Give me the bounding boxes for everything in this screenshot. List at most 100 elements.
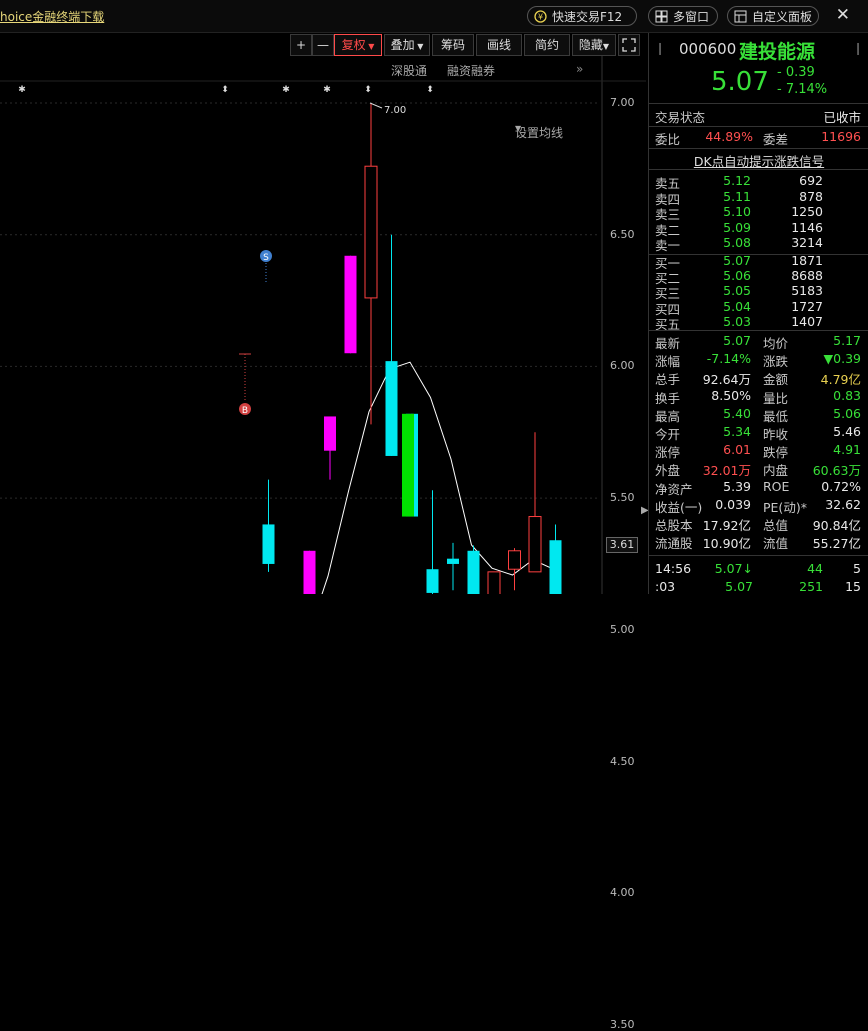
diejia-dropdown[interactable]: 叠加 ▼ — [384, 34, 430, 56]
stat-value: 6.01 — [723, 442, 751, 458]
ask-row-volume: 1250 — [791, 204, 823, 219]
stat-value: 55.27亿 — [812, 536, 861, 552]
candle-body — [262, 524, 275, 564]
stat-label: 换手 — [655, 390, 681, 406]
candle-body — [467, 550, 480, 594]
candle-body — [344, 255, 357, 354]
stats-row: 涨幅 -7.14% 涨跌 ▼0.39 — [655, 351, 861, 369]
stats-row: 最高 5.40 最低 5.06 — [655, 405, 861, 424]
candle-body — [385, 361, 398, 456]
stat-label: 总值 — [763, 518, 789, 533]
divider — [649, 103, 868, 104]
stat-value: -7.14% — [706, 351, 751, 367]
stats-row: 净资产 5.39 ROE 0.72% — [655, 478, 861, 497]
chips-button[interactable]: 筹码 — [432, 34, 474, 56]
stat-value: 8.50% — [711, 387, 751, 403]
stock-name: 建投能源 — [739, 41, 816, 63]
stat-value: 10.90亿 — [702, 536, 751, 552]
y-tick-label: 4.00 — [610, 886, 635, 900]
download-link[interactable]: hoice金融终端下载 — [0, 8, 104, 25]
chevron-down-icon: ▼ — [414, 42, 424, 51]
stat-value: 5.46 — [833, 424, 861, 439]
close-icon[interactable]: ✕ — [836, 5, 850, 25]
multi-window-button[interactable]: 多窗口 — [648, 6, 718, 26]
stat-value: 5.40 — [723, 405, 751, 421]
bid-row-price: 5.07 — [723, 253, 751, 268]
bid-row-volume: 8688 — [791, 268, 823, 284]
ask-row-price: 5.11 — [723, 188, 751, 204]
stat-label: 外盘 — [655, 463, 681, 479]
candle-body — [487, 571, 501, 594]
quote-panel: ❘ 000600 建投能源 ❘ 5.07 - 0.39 - 7.14% 交易状态… — [648, 33, 868, 594]
quick-trade-button[interactable]: ¥ 快速交易F12 — [527, 6, 637, 26]
candle-body — [528, 516, 542, 573]
stats-row: 外盘 32.01万 内盘 60.63万 — [655, 460, 861, 479]
stat-label: 均价 — [763, 336, 789, 351]
event-marker-icon: ⬍ — [221, 85, 229, 95]
zoom-out-button[interactable]: — — [312, 34, 334, 56]
ask-row: 卖五 5.12 692 — [655, 173, 861, 191]
fuquan-dropdown[interactable]: 复权 ▼ — [334, 34, 382, 56]
bid-row-volume: 1407 — [791, 313, 823, 329]
stat-label: 量比 — [763, 390, 789, 406]
bid-row-volume: 5183 — [791, 283, 823, 299]
stat-label: 最低 — [763, 408, 789, 424]
divider — [649, 330, 868, 331]
y-tick-label: 6.00 — [610, 359, 635, 373]
candle-body — [364, 165, 378, 299]
event-marker-icon: ⬍ — [426, 85, 434, 95]
stat-value: 17.92亿 — [702, 518, 751, 533]
candle-body — [303, 550, 316, 594]
y-tick-label: 6.50 — [610, 227, 635, 241]
stat-label: 最高 — [655, 408, 681, 424]
stat-label: 总手 — [655, 372, 681, 388]
stat-value: 60.63万 — [812, 463, 861, 479]
back-icon[interactable]: ❘ — [655, 41, 665, 55]
ask-row-volume: 692 — [799, 173, 823, 188]
divider — [649, 148, 868, 149]
buy-marker-label: B — [242, 406, 248, 416]
stat-label: 跌停 — [763, 445, 789, 461]
high-price-pointer — [369, 102, 383, 109]
stat-value: 0.72% — [821, 478, 861, 494]
stat-label: ROE — [763, 478, 790, 494]
stats-row: 流通股 10.90亿 流值 55.27亿 — [655, 533, 861, 552]
signal-link[interactable]: DK点自动提示涨跌信号 — [649, 151, 868, 170]
stat-value: 5.06 — [833, 405, 861, 421]
forward-icon[interactable]: ❘ — [853, 41, 863, 55]
fullscreen-button[interactable] — [618, 34, 640, 56]
zoom-in-button[interactable]: + — [290, 34, 312, 56]
weibi-label: 委比 — [655, 132, 681, 147]
bid-row-price: 5.05 — [723, 283, 751, 299]
bid-row-volume: 1727 — [791, 298, 823, 314]
draw-line-button[interactable]: 画线 — [476, 34, 522, 56]
tick-time: 14:56 — [655, 561, 692, 576]
simple-button[interactable]: 简约 — [524, 34, 570, 56]
hide-dropdown[interactable]: 隐藏▼ — [572, 34, 616, 56]
custom-panel-button[interactable]: 自定义面板 — [727, 6, 819, 26]
stats-row: 最新 5.07 均价 5.17 — [655, 333, 861, 351]
current-price: 5.07 — [711, 67, 769, 97]
bid-row-price: 5.06 — [723, 268, 751, 284]
sell-marker-label: S — [263, 253, 269, 263]
tick-row: 14:56 5.07↓ 44 5 — [655, 561, 861, 578]
coin-icon: ¥ — [534, 10, 547, 23]
current-value-box: 3.61 — [606, 537, 638, 553]
grid-icon — [655, 10, 668, 23]
candlestick-chart[interactable]: 7.00 B S ✱ ⬍ ✱ ✱ ⬍ ⬍ — [0, 56, 646, 594]
stat-label: 总股本 — [655, 518, 693, 533]
tick-price: 5.07↓ — [714, 561, 753, 576]
stat-value: 0.039 — [715, 496, 751, 512]
event-marker-icon: ✱ — [282, 85, 290, 95]
stat-value: 90.84亿 — [812, 518, 861, 533]
stat-label: 金额 — [763, 372, 789, 388]
ask-row: 卖三 5.10 1250 — [655, 204, 861, 222]
stats-row: 总股本 17.92亿 总值 90.84亿 — [655, 515, 861, 533]
status-value: 已收市 — [823, 110, 861, 125]
y-tick-label: 3.50 — [610, 1017, 635, 1031]
stat-value: 32.01万 — [702, 463, 751, 479]
ask-row-volume: 3214 — [791, 235, 823, 250]
y-tick-label: 4.50 — [610, 754, 635, 768]
ask-row: 卖四 5.11 878 — [655, 188, 861, 207]
divider — [649, 126, 868, 127]
